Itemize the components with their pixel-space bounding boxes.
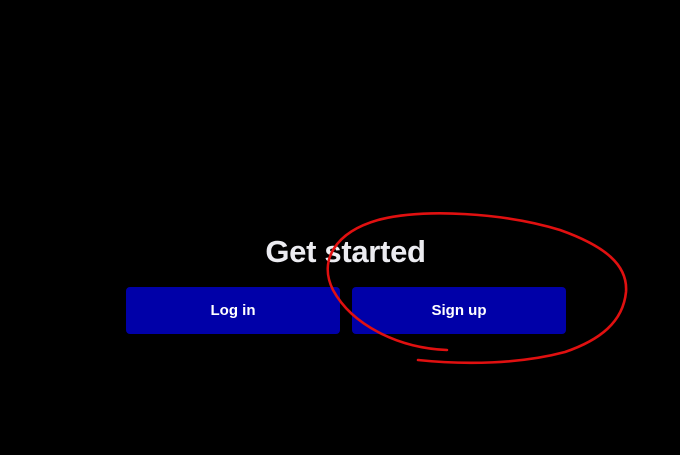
sign-up-button[interactable]: Sign up bbox=[352, 287, 566, 334]
get-started-page: Get started Log in Sign up bbox=[0, 0, 680, 455]
red-circle-annotation bbox=[326, 212, 628, 365]
log-in-button[interactable]: Log in bbox=[126, 287, 340, 334]
page-title: Get started bbox=[265, 234, 426, 269]
